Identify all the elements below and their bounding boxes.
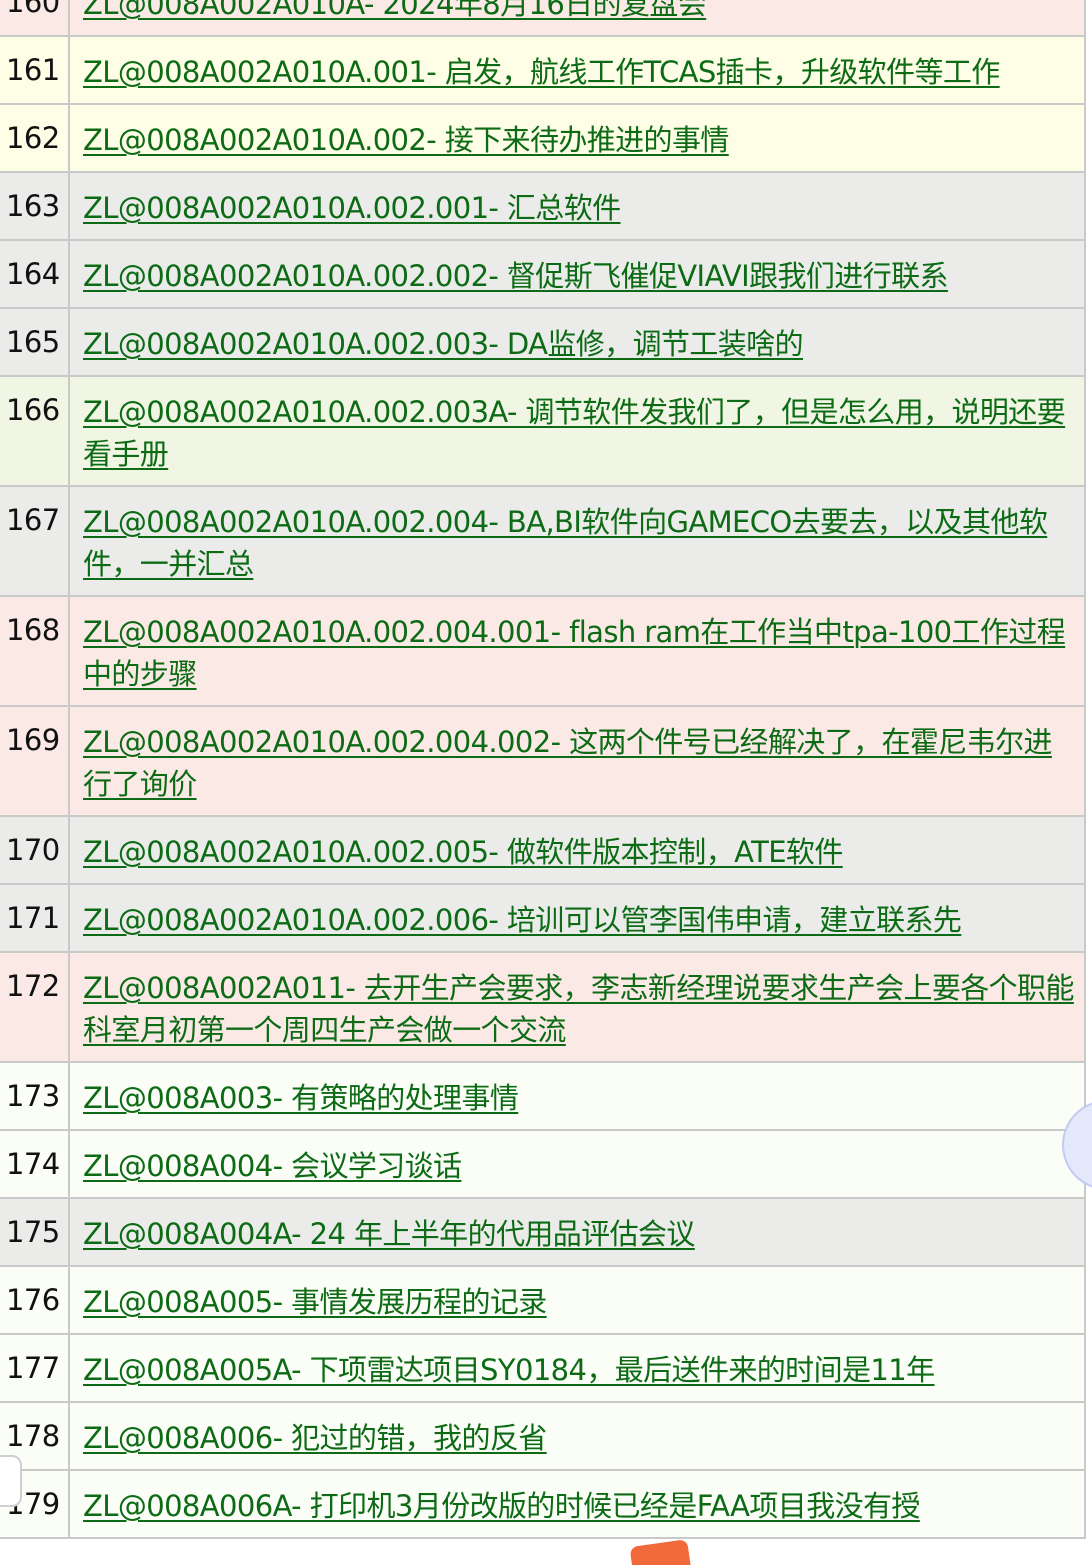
row-link[interactable]: ZL@008A002A010A.002.005- 做软件版本控制，ATE软件 [83, 835, 843, 869]
table-row: 174 ZL@008A004- 会议学习谈话 [0, 1130, 1086, 1199]
row-link[interactable]: ZL@008A002A011- 去开生产会要求，李志新经理说要求生产会上要各个职… [83, 971, 1074, 1047]
row-cell: ZL@008A004A- 24 年上半年的代用品评估会议 [69, 1198, 1086, 1267]
row-cell: ZL@008A002A010A.001- 启发，航线工作TCAS插卡，升级软件等… [69, 36, 1086, 105]
row-number: 162 [0, 104, 70, 173]
table-row: 162 ZL@008A002A010A.002- 接下来待办推进的事情 [0, 104, 1086, 173]
row-link[interactable]: ZL@008A002A010A.002- 接下来待办推进的事情 [83, 123, 729, 157]
row-link[interactable]: ZL@008A002A010A.002.003A- 调节软件发我们了，但是怎么用… [83, 395, 1066, 471]
table-row: 173 ZL@008A003- 有策略的处理事情 [0, 1062, 1086, 1131]
table-row: 172 ZL@008A002A011- 去开生产会要求，李志新经理说要求生产会上… [0, 952, 1086, 1063]
row-link[interactable]: ZL@008A006A- 打印机3月份改版的时候已经是FAA项目我没有授 [83, 1489, 920, 1523]
row-cell: ZL@008A003- 有策略的处理事情 [69, 1062, 1086, 1131]
row-cell: ZL@008A002A010A.002.004.001- flash ram在工… [69, 596, 1086, 707]
side-drawer-handle-icon[interactable] [0, 1455, 22, 1507]
row-number: 166 [0, 376, 70, 487]
row-cell: ZL@008A005A- 下项雷达项目SY0184，最后送件来的时间是11年 [69, 1334, 1086, 1403]
table-row: 161 ZL@008A002A010A.001- 启发，航线工作TCAS插卡，升… [0, 36, 1086, 105]
row-cell: ZL@008A002A010A.002.004- BA,BI软件向GAMECO去… [69, 486, 1086, 597]
row-link[interactable]: ZL@008A004- 会议学习谈话 [83, 1149, 462, 1183]
row-number: 173 [0, 1062, 70, 1131]
table-row: 179 ZL@008A006A- 打印机3月份改版的时候已经是FAA项目我没有授 [0, 1470, 1086, 1539]
row-link[interactable]: ZL@008A002A010A.002.006- 培训可以管李国伟申请，建立联系… [83, 903, 962, 937]
row-number: 160 [0, 0, 70, 37]
row-cell: ZL@008A002A011- 去开生产会要求，李志新经理说要求生产会上要各个职… [69, 952, 1086, 1063]
row-number: 175 [0, 1198, 70, 1267]
row-number: 163 [0, 172, 70, 241]
table-row: 167 ZL@008A002A010A.002.004- BA,BI软件向GAM… [0, 486, 1086, 597]
table-row: 168 ZL@008A002A010A.002.004.001- flash r… [0, 596, 1086, 707]
row-number: 168 [0, 596, 70, 707]
table-row: 171 ZL@008A002A010A.002.006- 培训可以管李国伟申请，… [0, 884, 1086, 953]
table-row: 176 ZL@008A005- 事情发展历程的记录 [0, 1266, 1086, 1335]
row-number: 165 [0, 308, 70, 377]
row-number: 176 [0, 1266, 70, 1335]
row-cell: ZL@008A006- 犯过的错，我的反省 [69, 1402, 1086, 1471]
row-cell: ZL@008A005- 事情发展历程的记录 [69, 1266, 1086, 1335]
table-row: 166 ZL@008A002A010A.002.003A- 调节软件发我们了，但… [0, 376, 1086, 487]
row-link[interactable]: ZL@008A006- 犯过的错，我的反省 [83, 1421, 547, 1455]
row-cell: ZL@008A002A010A.002.003- DA监修，调节工装啥的 [69, 308, 1086, 377]
row-number: 172 [0, 952, 70, 1063]
table-row: 163 ZL@008A002A010A.002.001- 汇总软件 [0, 172, 1086, 241]
row-link[interactable]: ZL@008A004A- 24 年上半年的代用品评估会议 [83, 1217, 695, 1251]
table-row: 160 ZL@008A002A010A- 2024年8月16日的复盘会 [0, 0, 1086, 37]
row-link[interactable]: ZL@008A002A010A.002.004.001- flash ram在工… [83, 615, 1066, 691]
row-link[interactable]: ZL@008A002A010A.002.004- BA,BI软件向GAMECO去… [83, 505, 1048, 581]
entry-table: 160 ZL@008A002A010A- 2024年8月16日的复盘会 161 … [0, 0, 1086, 1539]
row-cell: ZL@008A004- 会议学习谈话 [69, 1130, 1086, 1199]
page: 160 ZL@008A002A010A- 2024年8月16日的复盘会 161 … [0, 0, 1092, 1565]
row-number: 177 [0, 1334, 70, 1403]
row-link[interactable]: ZL@008A002A010A.002.003- DA监修，调节工装啥的 [83, 327, 804, 361]
row-number: 171 [0, 884, 70, 953]
row-cell: ZL@008A002A010A.002.005- 做软件版本控制，ATE软件 [69, 816, 1086, 885]
row-cell: ZL@008A002A010A.002.001- 汇总软件 [69, 172, 1086, 241]
row-number: 164 [0, 240, 70, 309]
row-number: 169 [0, 706, 70, 817]
row-link[interactable]: ZL@008A002A010A- 2024年8月16日的复盘会 [83, 0, 707, 21]
app-logo-icon[interactable] [629, 1539, 693, 1565]
row-number: 167 [0, 486, 70, 597]
row-link[interactable]: ZL@008A005A- 下项雷达项目SY0184，最后送件来的时间是11年 [83, 1353, 935, 1387]
table-row: 175 ZL@008A004A- 24 年上半年的代用品评估会议 [0, 1198, 1086, 1267]
row-cell: ZL@008A002A010A- 2024年8月16日的复盘会 [69, 0, 1086, 37]
table-row: 178 ZL@008A006- 犯过的错，我的反省 [0, 1402, 1086, 1471]
table-row: 164 ZL@008A002A010A.002.002- 督促斯飞催促VIAVI… [0, 240, 1086, 309]
row-cell: ZL@008A002A010A.002.006- 培训可以管李国伟申请，建立联系… [69, 884, 1086, 953]
row-link[interactable]: ZL@008A003- 有策略的处理事情 [83, 1081, 519, 1115]
row-cell: ZL@008A006A- 打印机3月份改版的时候已经是FAA项目我没有授 [69, 1470, 1086, 1539]
row-link[interactable]: ZL@008A005- 事情发展历程的记录 [83, 1285, 547, 1319]
row-link[interactable]: ZL@008A002A010A.002.002- 督促斯飞催促VIAVI跟我们进… [83, 259, 948, 293]
row-cell: ZL@008A002A010A.002.002- 督促斯飞催促VIAVI跟我们进… [69, 240, 1086, 309]
table-row: 170 ZL@008A002A010A.002.005- 做软件版本控制，ATE… [0, 816, 1086, 885]
row-number: 174 [0, 1130, 70, 1199]
row-cell: ZL@008A002A010A.002.004.002- 这两个件号已经解决了，… [69, 706, 1086, 817]
row-number: 170 [0, 816, 70, 885]
row-link[interactable]: ZL@008A002A010A.001- 启发，航线工作TCAS插卡，升级软件等… [83, 55, 1000, 89]
row-number: 161 [0, 36, 70, 105]
table-row: 177 ZL@008A005A- 下项雷达项目SY0184，最后送件来的时间是1… [0, 1334, 1086, 1403]
table-row: 169 ZL@008A002A010A.002.004.002- 这两个件号已经… [0, 706, 1086, 817]
row-cell: ZL@008A002A010A.002.003A- 调节软件发我们了，但是怎么用… [69, 376, 1086, 487]
row-link[interactable]: ZL@008A002A010A.002.001- 汇总软件 [83, 191, 621, 225]
row-cell: ZL@008A002A010A.002- 接下来待办推进的事情 [69, 104, 1086, 173]
table-row: 165 ZL@008A002A010A.002.003- DA监修，调节工装啥的 [0, 308, 1086, 377]
row-link[interactable]: ZL@008A002A010A.002.004.002- 这两个件号已经解决了，… [83, 725, 1052, 801]
